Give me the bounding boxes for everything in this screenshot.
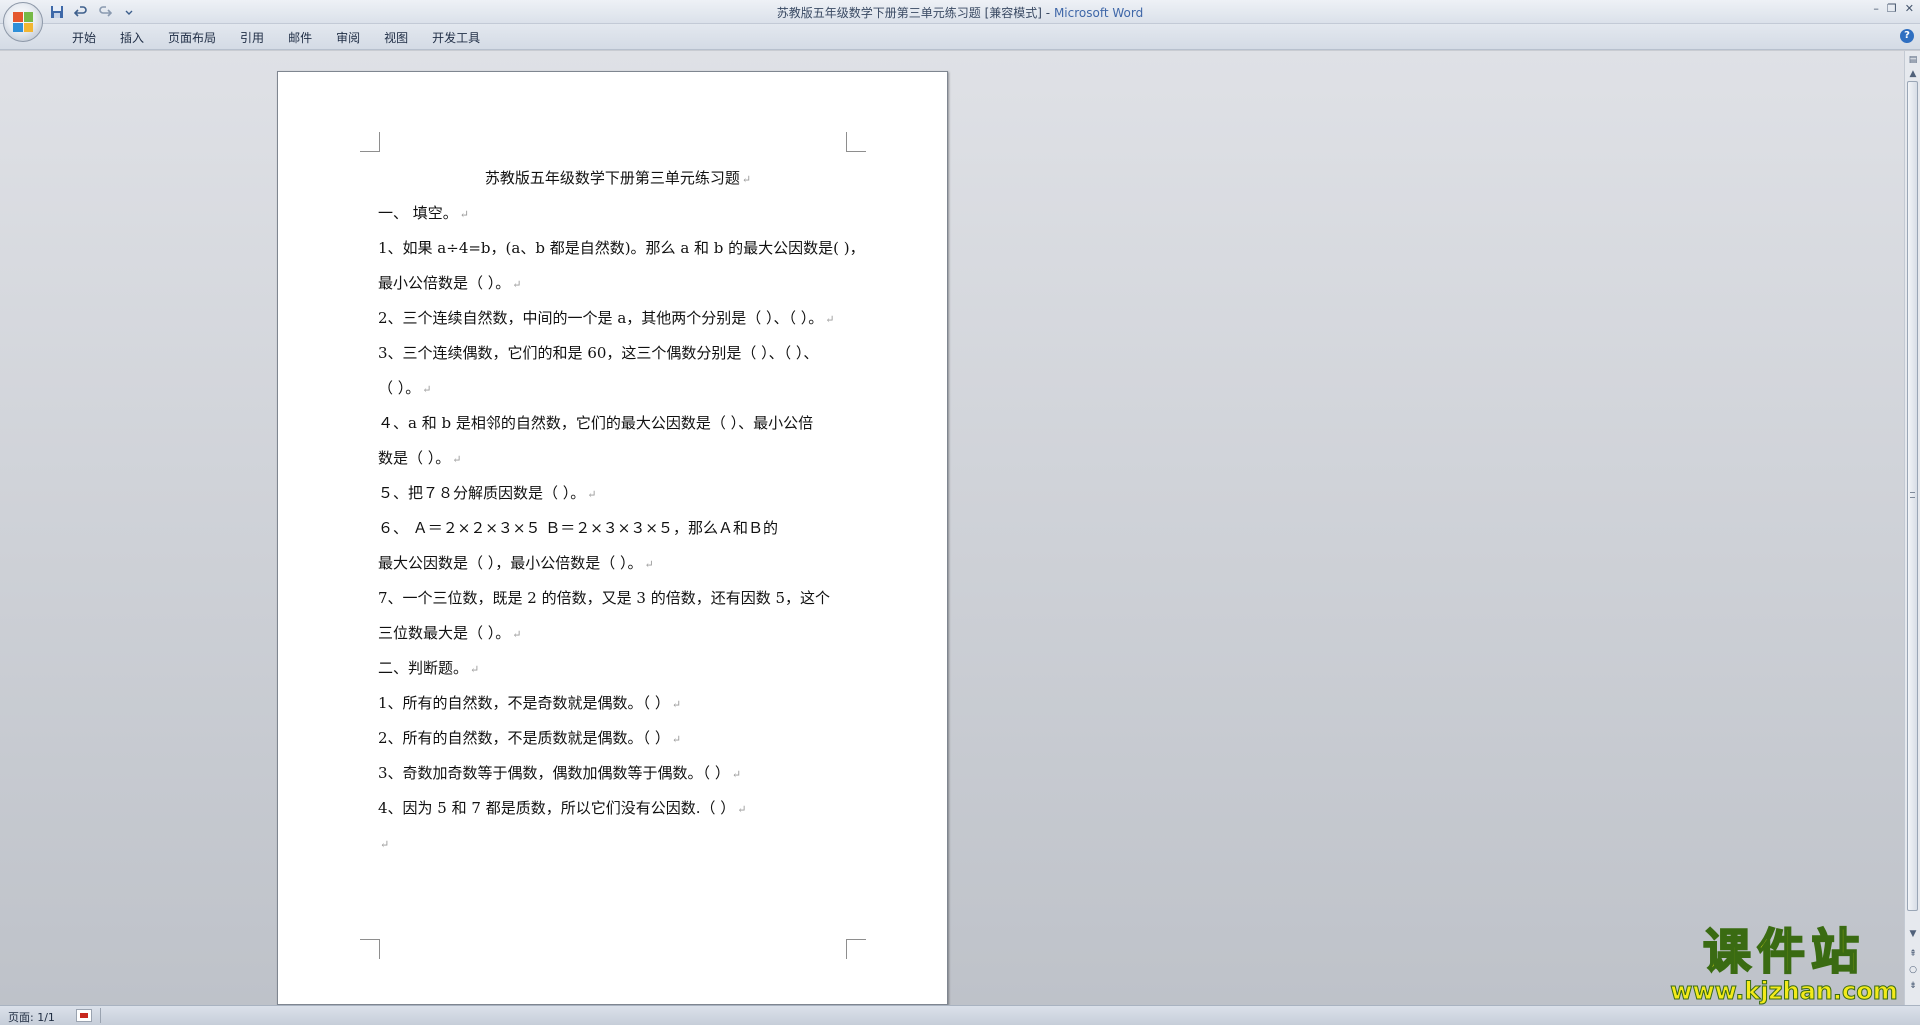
watermark-logo: 课件站 www.kjzhan.com [1668,924,1900,1005]
document-line: ６、 Ａ＝２×２×３×５ Ｂ＝２×３×３×５，那么Ａ和Ｂ的 [378,511,878,546]
ribbon-tab[interactable]: 视图 [372,30,420,46]
paragraph-mark-icon: ↵ [422,383,432,396]
document-line: 二、判断题。 ↵ [378,651,878,686]
paragraph-mark-icon: ↵ [731,768,742,781]
watermark-url: www.kjzhan.com [1670,977,1898,1005]
paragraph-mark-icon: ↵ [452,453,462,466]
ribbon-tab[interactable]: 邮件 [276,30,324,46]
paragraph-mark-icon: ↵ [459,208,469,221]
document-line: ５、把７８分解质因数是（ ）。 ↵ [378,476,878,511]
scrollbar-grip [1910,492,1915,498]
document-line: 最大公因数是（ ），最小公倍数是（ ）。 ↵ [378,546,878,581]
select-browse-object-icon[interactable]: ○ [1906,963,1920,977]
document-line: （ ）。 ↵ [378,371,878,406]
window-controls: – ❐ ✕ [1873,2,1914,15]
line-text: 2、所有的自然数，不是质数就是偶数。（ ） [378,729,670,747]
ribbon-tabs: 开始 插入 页面布局 引用 邮件 审阅 视图 开发工具 [60,30,492,46]
ribbon-tab[interactable]: 页面布局 [156,30,228,46]
document-line: 7、一个三位数，既是 2 的倍数，又是 3 的倍数，还有因数 5，这个 [378,581,878,616]
line-text: 2、三个连续自然数，中间的一个是 a，其他两个分别是（ ）、（ ）。 [378,309,824,327]
paragraph-mark-icon: ↵ [737,803,747,816]
line-text: ４、a 和 b 是相邻的自然数，它们的最大公因数是（ ）、最小公倍 [378,414,814,432]
title-bar: 苏教版五年级数学下册第三单元练习题 [兼容模式] - Microsoft Wor… [0,0,1920,24]
help-icon[interactable]: ? [1900,29,1914,43]
margin-mark-top-left [360,132,380,152]
line-text: 最小公倍数是（ ）。 [378,274,511,292]
status-divider [100,1008,101,1023]
document-line: 数是（ ）。 ↵ [378,441,878,476]
proofing-icon[interactable] [76,1009,92,1022]
ribbon-tab[interactable]: 引用 [228,30,276,46]
line-text: 3、三个连续偶数，它们的和是 60，这三个偶数分别是（ ）、（ ）、 [378,344,819,362]
paragraph-mark-icon: ↵ [644,558,654,571]
line-text: 苏教版五年级数学下册第三单元练习题 [484,169,740,187]
vertical-scrollbar[interactable]: ▤ ▲ ▼ ⇞ ○ ⇟ [1904,51,1920,1005]
office-logo-icon [13,12,33,32]
previous-page-icon[interactable]: ⇞ [1906,947,1920,961]
line-text: 一、 填空。 [378,204,458,222]
ribbon: 开始 插入 页面布局 引用 邮件 审阅 视图 开发工具 ? [0,24,1920,50]
document-title: 苏教版五年级数学下册第三单元练习题 [兼容模式] [776,6,1042,20]
paragraph-mark-icon: ↵ [671,733,682,746]
document-line: 3、奇数加奇数等于偶数，偶数加偶数等于偶数。（ ） ↵ [378,756,878,791]
document-page[interactable]: 苏教版五年级数学下册第三单元练习题 ↵ 一、 填空。 ↵ 1、如果 a÷4=b，(a、b… [277,71,948,1005]
scrollbar-thumb[interactable] [1907,81,1918,911]
watermark-title: 课件站 [1702,924,1865,980]
document-line: 苏教版五年级数学下册第三单元练习题 ↵ [378,161,878,196]
paragraph-mark-icon: ↵ [512,628,522,641]
document-line: 3、三个连续偶数，它们的和是 60，这三个偶数分别是（ ）、（ ）、 [378,336,878,371]
document-area: 苏教版五年级数学下册第三单元练习题 ↵ 一、 填空。 ↵ 1、如果 a÷4=b，(a、b… [0,51,1904,1005]
scroll-down-icon[interactable]: ▼ [1906,927,1920,941]
scroll-up-icon[interactable]: ▲ [1906,67,1920,81]
paragraph-mark-icon: ↵ [587,488,597,501]
ribbon-tab[interactable]: 开始 [60,30,108,46]
ribbon-tab[interactable]: 开发工具 [420,30,492,46]
ribbon-tab[interactable]: 审阅 [324,30,372,46]
margin-mark-top-right [846,132,866,152]
line-text: 4、因为 5 和 7 都是质数，所以它们没有公因数.（ ） [378,799,736,817]
line-text: 数是（ ）。 [378,449,451,467]
line-text: 3、奇数加奇数等于偶数，偶数加偶数等于偶数。（ ） [378,764,730,782]
paragraph-mark-icon: ↵ [671,698,682,711]
ruler-toggle-icon[interactable]: ▤ [1906,53,1920,67]
line-text: 二、判断题。 [378,659,469,677]
minimize-icon[interactable]: – [1873,2,1879,15]
paragraph-mark-icon: ↵ [380,838,390,851]
line-text: ６、 Ａ＝２×２×３×５ Ｂ＝２×３×３×５，那么Ａ和Ｂ的 [378,519,778,537]
document-line: 三位数最大是（ ）。 ↵ [378,616,878,651]
document-line: ４、a 和 b 是相邻的自然数，它们的最大公因数是（ ）、最小公倍 [378,406,878,441]
window-title: 苏教版五年级数学下册第三单元练习题 [兼容模式] - Microsoft Wor… [0,4,1920,21]
paragraph-mark-icon: ↵ [470,663,480,676]
margin-mark-bottom-left [360,939,380,959]
status-bar: 页面: 1/1 [0,1005,1920,1025]
paragraph-mark-icon: ↵ [741,173,752,186]
document-content[interactable]: 苏教版五年级数学下册第三单元练习题 ↵ 一、 填空。 ↵ 1、如果 a÷4=b，(a、b… [378,161,878,861]
line-text: （ ）。 [378,379,421,397]
document-line: 2、所有的自然数，不是质数就是偶数。（ ） ↵ [378,721,878,756]
document-line: 最小公倍数是（ ）。 ↵ [378,266,878,301]
office-button[interactable] [3,2,43,42]
document-line: 1、所有的自然数，不是奇数就是偶数。（ ） ↵ [378,686,878,721]
line-text: 7、一个三位数，既是 2 的倍数，又是 3 的倍数，还有因数 5，这个 [378,589,831,607]
paragraph-mark-icon: ↵ [825,313,835,326]
next-page-icon[interactable]: ⇟ [1906,979,1920,993]
paragraph-mark-icon: ↵ [512,278,522,291]
line-text: ５、把７８分解质因数是（ ）。 [378,484,586,502]
margin-mark-bottom-right [846,939,866,959]
line-text: 三位数最大是（ ）。 [378,624,511,642]
document-line: ↵ [378,826,878,861]
app-name: Microsoft Word [1053,6,1144,20]
close-icon[interactable]: ✕ [1905,2,1914,15]
line-text: 1、所有的自然数，不是奇数就是偶数。（ ） [378,694,670,712]
title-separator: - [1041,6,1054,20]
document-line: 一、 填空。 ↵ [378,196,878,231]
document-line: 2、三个连续自然数，中间的一个是 a，其他两个分别是（ ）、（ ）。 ↵ [378,301,878,336]
line-text: 最大公因数是（ ），最小公倍数是（ ）。 [378,554,643,572]
restore-icon[interactable]: ❐ [1887,2,1897,15]
document-line: 1、如果 a÷4=b，(a、b 都是自然数)。那么 a 和 b 的最大公因数是(… [378,231,878,266]
document-line: 4、因为 5 和 7 都是质数，所以它们没有公因数.（ ） ↵ [378,791,878,826]
line-text: 1、如果 a÷4=b，(a、b 都是自然数)。那么 a 和 b 的最大公因数是(… [378,239,865,257]
status-page-info[interactable]: 页面: 1/1 [8,1009,55,1025]
ribbon-tab[interactable]: 插入 [108,30,156,46]
